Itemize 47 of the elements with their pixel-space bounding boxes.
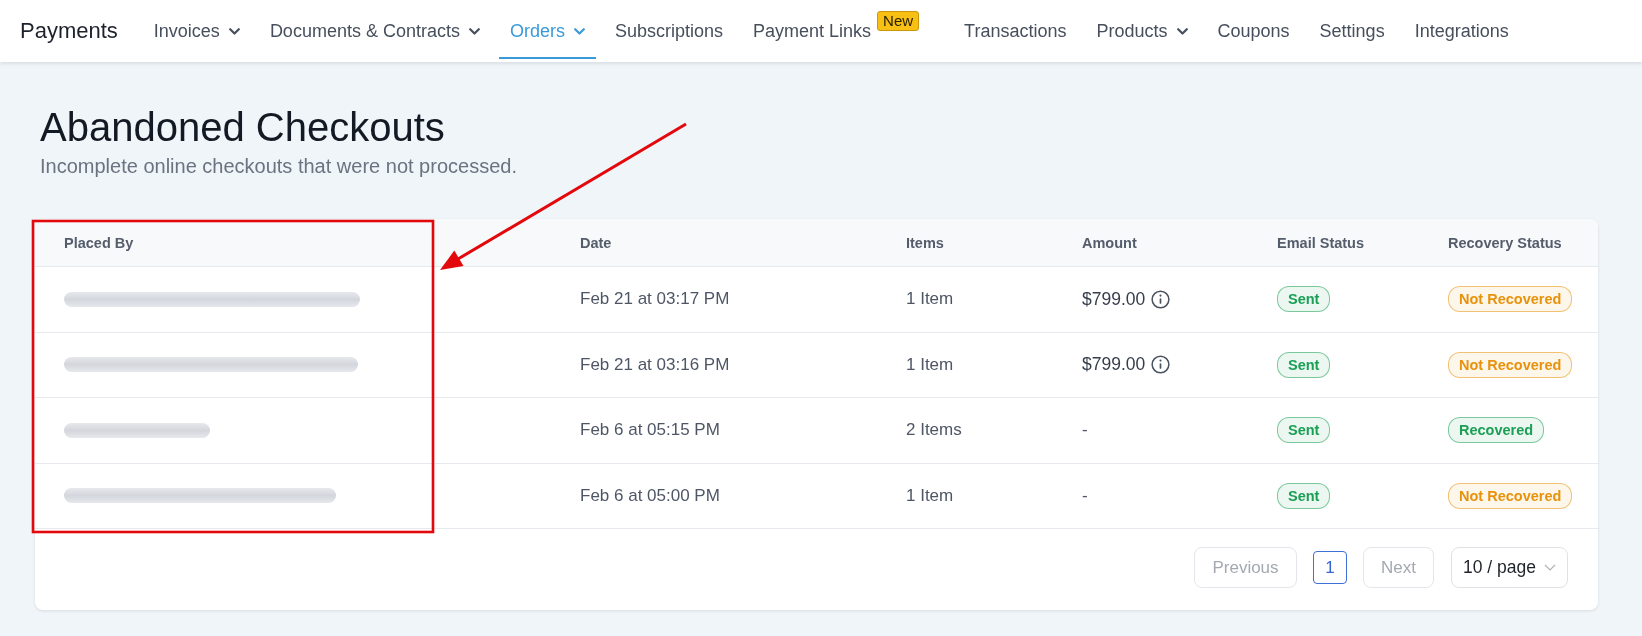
date-text: Feb 6 at 05:15 PM xyxy=(580,420,720,441)
nav-tab[interactable]: Transactions xyxy=(953,0,1078,59)
recovery-status-badge: Recovered xyxy=(1448,417,1545,444)
chevron-down-icon xyxy=(573,27,585,35)
email-status-badge: Sent xyxy=(1277,351,1331,378)
column-header: Recovery Status xyxy=(1448,234,1562,251)
nav-tab[interactable]: Products xyxy=(1085,0,1199,59)
date-text: Feb 21 at 03:17 PM xyxy=(580,289,730,310)
chevron-down-icon xyxy=(1544,564,1556,571)
email-status-badge: Sent xyxy=(1277,286,1331,313)
email-status-badge: Sent xyxy=(1277,417,1331,444)
recovery-status-badge: Not Recovered xyxy=(1448,286,1573,313)
item-count: 1 Item xyxy=(906,354,954,375)
chevron-down-icon xyxy=(468,27,480,35)
amount-value: - xyxy=(1082,485,1088,506)
column-header: Amount xyxy=(1082,234,1137,251)
column-header: Email Status xyxy=(1277,234,1365,251)
page-size-select[interactable]: 10 / page xyxy=(1451,547,1568,588)
nav-tab[interactable]: Invoices xyxy=(142,0,251,59)
app-title: Payments xyxy=(20,18,118,44)
amount-value: $799.00 xyxy=(1082,288,1146,310)
nav-tab[interactable]: Coupons xyxy=(1206,0,1301,59)
nav-tab[interactable]: Documents & Contracts xyxy=(258,0,491,59)
amount-value: $799.00 xyxy=(1082,354,1146,376)
recovery-status-badge: Not Recovered xyxy=(1448,351,1573,378)
recovery-status-badge: Not Recovered xyxy=(1448,482,1573,509)
item-count: 2 Items xyxy=(906,420,962,441)
chevron-down-icon xyxy=(228,27,240,35)
column-header: Items xyxy=(906,234,944,251)
date-text: Feb 6 at 05:00 PM xyxy=(580,485,720,506)
info-icon[interactable] xyxy=(1151,289,1171,309)
page-subtitle: Incomplete online checkouts that were not processed. xyxy=(40,154,518,179)
email-status-badge: Sent xyxy=(1277,482,1331,509)
page-title: Abandoned Checkouts xyxy=(40,104,446,151)
item-count: 1 Item xyxy=(906,485,954,506)
item-count: 1 Item xyxy=(906,289,954,310)
chevron-down-icon xyxy=(1176,27,1188,35)
nav-tab[interactable]: Integrations xyxy=(1403,0,1520,59)
new-badge: New xyxy=(877,10,920,31)
info-icon[interactable] xyxy=(1151,355,1171,375)
amount-value: - xyxy=(1082,420,1088,441)
date-text: Feb 21 at 03:16 PM xyxy=(580,354,730,375)
column-header: Placed By xyxy=(64,234,134,251)
nav-tab[interactable]: Settings xyxy=(1308,0,1396,59)
page-number-button[interactable]: 1 xyxy=(1313,551,1347,584)
nav-tab[interactable]: Subscriptions xyxy=(603,0,735,59)
column-header: Date xyxy=(580,234,612,251)
